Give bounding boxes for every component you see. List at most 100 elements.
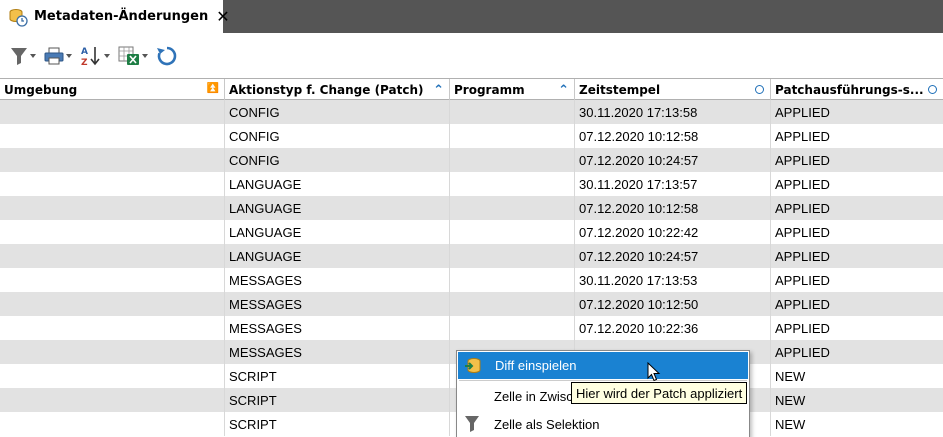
table-cell[interactable] xyxy=(0,388,225,412)
table-cell[interactable]: 07.12.2020 10:12:50 xyxy=(575,292,771,316)
table-cell[interactable]: NEW xyxy=(771,388,943,412)
table-cell[interactable]: CONFIG xyxy=(225,148,450,172)
table-cell[interactable] xyxy=(0,220,225,244)
table-row[interactable]: CONFIG 07.12.2020 10:12:58 APPLIED xyxy=(0,124,943,148)
column-header-label: Umgebung xyxy=(4,82,78,97)
table-cell[interactable] xyxy=(0,412,225,436)
table-cell[interactable]: 07.12.2020 10:12:58 xyxy=(575,124,771,148)
table-cell[interactable] xyxy=(450,196,575,220)
table-cell[interactable]: APPLIED xyxy=(771,244,943,268)
table-cell[interactable] xyxy=(450,172,575,196)
table-cell[interactable]: LANGUAGE xyxy=(225,244,450,268)
filter-icon xyxy=(457,415,487,433)
table-cell[interactable]: APPLIED xyxy=(771,316,943,340)
table-cell[interactable]: 30.11.2020 17:13:57 xyxy=(575,172,771,196)
table-cell[interactable]: MESSAGES xyxy=(225,340,450,364)
table-cell[interactable] xyxy=(0,244,225,268)
table-cell[interactable]: APPLIED xyxy=(771,196,943,220)
menu-separator xyxy=(459,380,747,381)
table-cell[interactable] xyxy=(0,340,225,364)
tab-bar: Metadaten-Änderungen ✕ xyxy=(0,0,943,33)
menu-item-zelle-als-selektion[interactable]: Zelle als Selektion xyxy=(457,410,749,437)
table-cell[interactable]: 07.12.2020 10:24:57 xyxy=(575,244,771,268)
table-cell[interactable] xyxy=(450,148,575,172)
table-cell[interactable] xyxy=(0,316,225,340)
table-cell[interactable] xyxy=(0,172,225,196)
filter-button[interactable] xyxy=(10,43,36,69)
table-cell[interactable]: NEW xyxy=(771,412,943,436)
table-cell[interactable]: 30.11.2020 17:13:58 xyxy=(575,100,771,124)
table-row[interactable]: MESSAGES 07.12.2020 10:12:50 APPLIED xyxy=(0,292,943,316)
table-cell[interactable] xyxy=(450,292,575,316)
table-cell[interactable] xyxy=(0,100,225,124)
print-button[interactable] xyxy=(44,43,72,69)
excel-export-button[interactable] xyxy=(118,43,148,69)
table-cell[interactable]: APPLIED xyxy=(771,148,943,172)
table-cell[interactable]: APPLIED xyxy=(771,292,943,316)
table-cell[interactable] xyxy=(0,268,225,292)
column-header-label: Zeitstempel xyxy=(579,82,661,97)
table-cell[interactable] xyxy=(450,124,575,148)
table-cell[interactable] xyxy=(0,292,225,316)
sort-ascending-icon: ⏫ xyxy=(206,83,219,94)
column-header[interactable]: Aktionstyp f. Change (Patch) ⌃ xyxy=(225,79,450,100)
chevron-down-icon xyxy=(66,53,72,58)
table-row[interactable]: LANGUAGE 07.12.2020 10:22:42 APPLIED xyxy=(0,220,943,244)
table-header: Umgebung ⏫ Aktionstyp f. Change (Patch) ⌃ Pr… xyxy=(0,78,943,100)
table-cell[interactable] xyxy=(450,220,575,244)
column-header[interactable]: Programm ⌃ xyxy=(450,79,575,100)
table-cell[interactable] xyxy=(450,316,575,340)
table-cell[interactable]: 30.11.2020 17:13:53 xyxy=(575,268,771,292)
column-header[interactable]: Umgebung ⏫ xyxy=(0,79,225,100)
table-cell[interactable] xyxy=(0,124,225,148)
table-cell[interactable] xyxy=(450,268,575,292)
table-cell[interactable]: APPLIED xyxy=(771,124,943,148)
table-cell[interactable] xyxy=(0,196,225,220)
table-cell[interactable]: SCRIPT xyxy=(225,412,450,436)
table-cell[interactable] xyxy=(0,148,225,172)
table-cell[interactable]: 07.12.2020 10:22:36 xyxy=(575,316,771,340)
table-cell[interactable]: MESSAGES xyxy=(225,316,450,340)
menu-item-label: Zelle als Selektion xyxy=(494,416,600,432)
column-header-label: Patchausführungs-s... xyxy=(775,82,924,97)
close-icon[interactable]: ✕ xyxy=(216,8,229,25)
table-cell[interactable]: 07.12.2020 10:22:42 xyxy=(575,220,771,244)
table-row[interactable]: MESSAGES 30.11.2020 17:13:53 APPLIED xyxy=(0,268,943,292)
sort-ascending-icon: ⌃ xyxy=(433,83,444,98)
tab-metadaten-aenderungen[interactable]: Metadaten-Änderungen ✕ xyxy=(0,0,230,33)
column-header[interactable]: Zeitstempel xyxy=(575,79,771,100)
table-row[interactable]: LANGUAGE 07.12.2020 10:12:58 APPLIED xyxy=(0,196,943,220)
table-row[interactable]: CONFIG 30.11.2020 17:13:58 APPLIED xyxy=(0,100,943,124)
table-row[interactable]: LANGUAGE 07.12.2020 10:24:57 APPLIED xyxy=(0,244,943,268)
table-cell[interactable]: LANGUAGE xyxy=(225,220,450,244)
table-cell[interactable]: SCRIPT xyxy=(225,388,450,412)
table-cell[interactable]: MESSAGES xyxy=(225,268,450,292)
table-cell[interactable] xyxy=(450,244,575,268)
table-cell[interactable]: APPLIED xyxy=(771,340,943,364)
filter-icon xyxy=(10,46,28,66)
sort-button[interactable]: A Z xyxy=(80,43,110,69)
menu-item-diff-einspielen[interactable]: Diff einspielen xyxy=(458,352,748,379)
table-row[interactable]: LANGUAGE 30.11.2020 17:13:57 APPLIED xyxy=(0,172,943,196)
table-cell[interactable]: SCRIPT xyxy=(225,364,450,388)
table-row[interactable]: CONFIG 07.12.2020 10:24:57 APPLIED xyxy=(0,148,943,172)
table-cell[interactable]: NEW xyxy=(771,364,943,388)
table-cell[interactable]: CONFIG xyxy=(225,124,450,148)
table-cell[interactable]: 07.12.2020 10:24:57 xyxy=(575,148,771,172)
svg-text:A: A xyxy=(81,47,88,57)
table-cell[interactable]: APPLIED xyxy=(771,268,943,292)
table-cell[interactable]: LANGUAGE xyxy=(225,196,450,220)
table-cell[interactable]: LANGUAGE xyxy=(225,172,450,196)
table-cell[interactable] xyxy=(0,364,225,388)
table-row[interactable]: MESSAGES 07.12.2020 10:22:36 APPLIED xyxy=(0,316,943,340)
table-cell[interactable]: APPLIED xyxy=(771,172,943,196)
refresh-button[interactable] xyxy=(156,43,178,69)
table-cell[interactable]: 07.12.2020 10:12:58 xyxy=(575,196,771,220)
column-header[interactable]: Patchausführungs-s... xyxy=(771,79,943,100)
table-cell[interactable]: CONFIG xyxy=(225,100,450,124)
table-cell[interactable] xyxy=(450,100,575,124)
chevron-down-icon xyxy=(104,53,110,58)
table-cell[interactable]: APPLIED xyxy=(771,100,943,124)
table-cell[interactable]: MESSAGES xyxy=(225,292,450,316)
table-cell[interactable]: APPLIED xyxy=(771,220,943,244)
